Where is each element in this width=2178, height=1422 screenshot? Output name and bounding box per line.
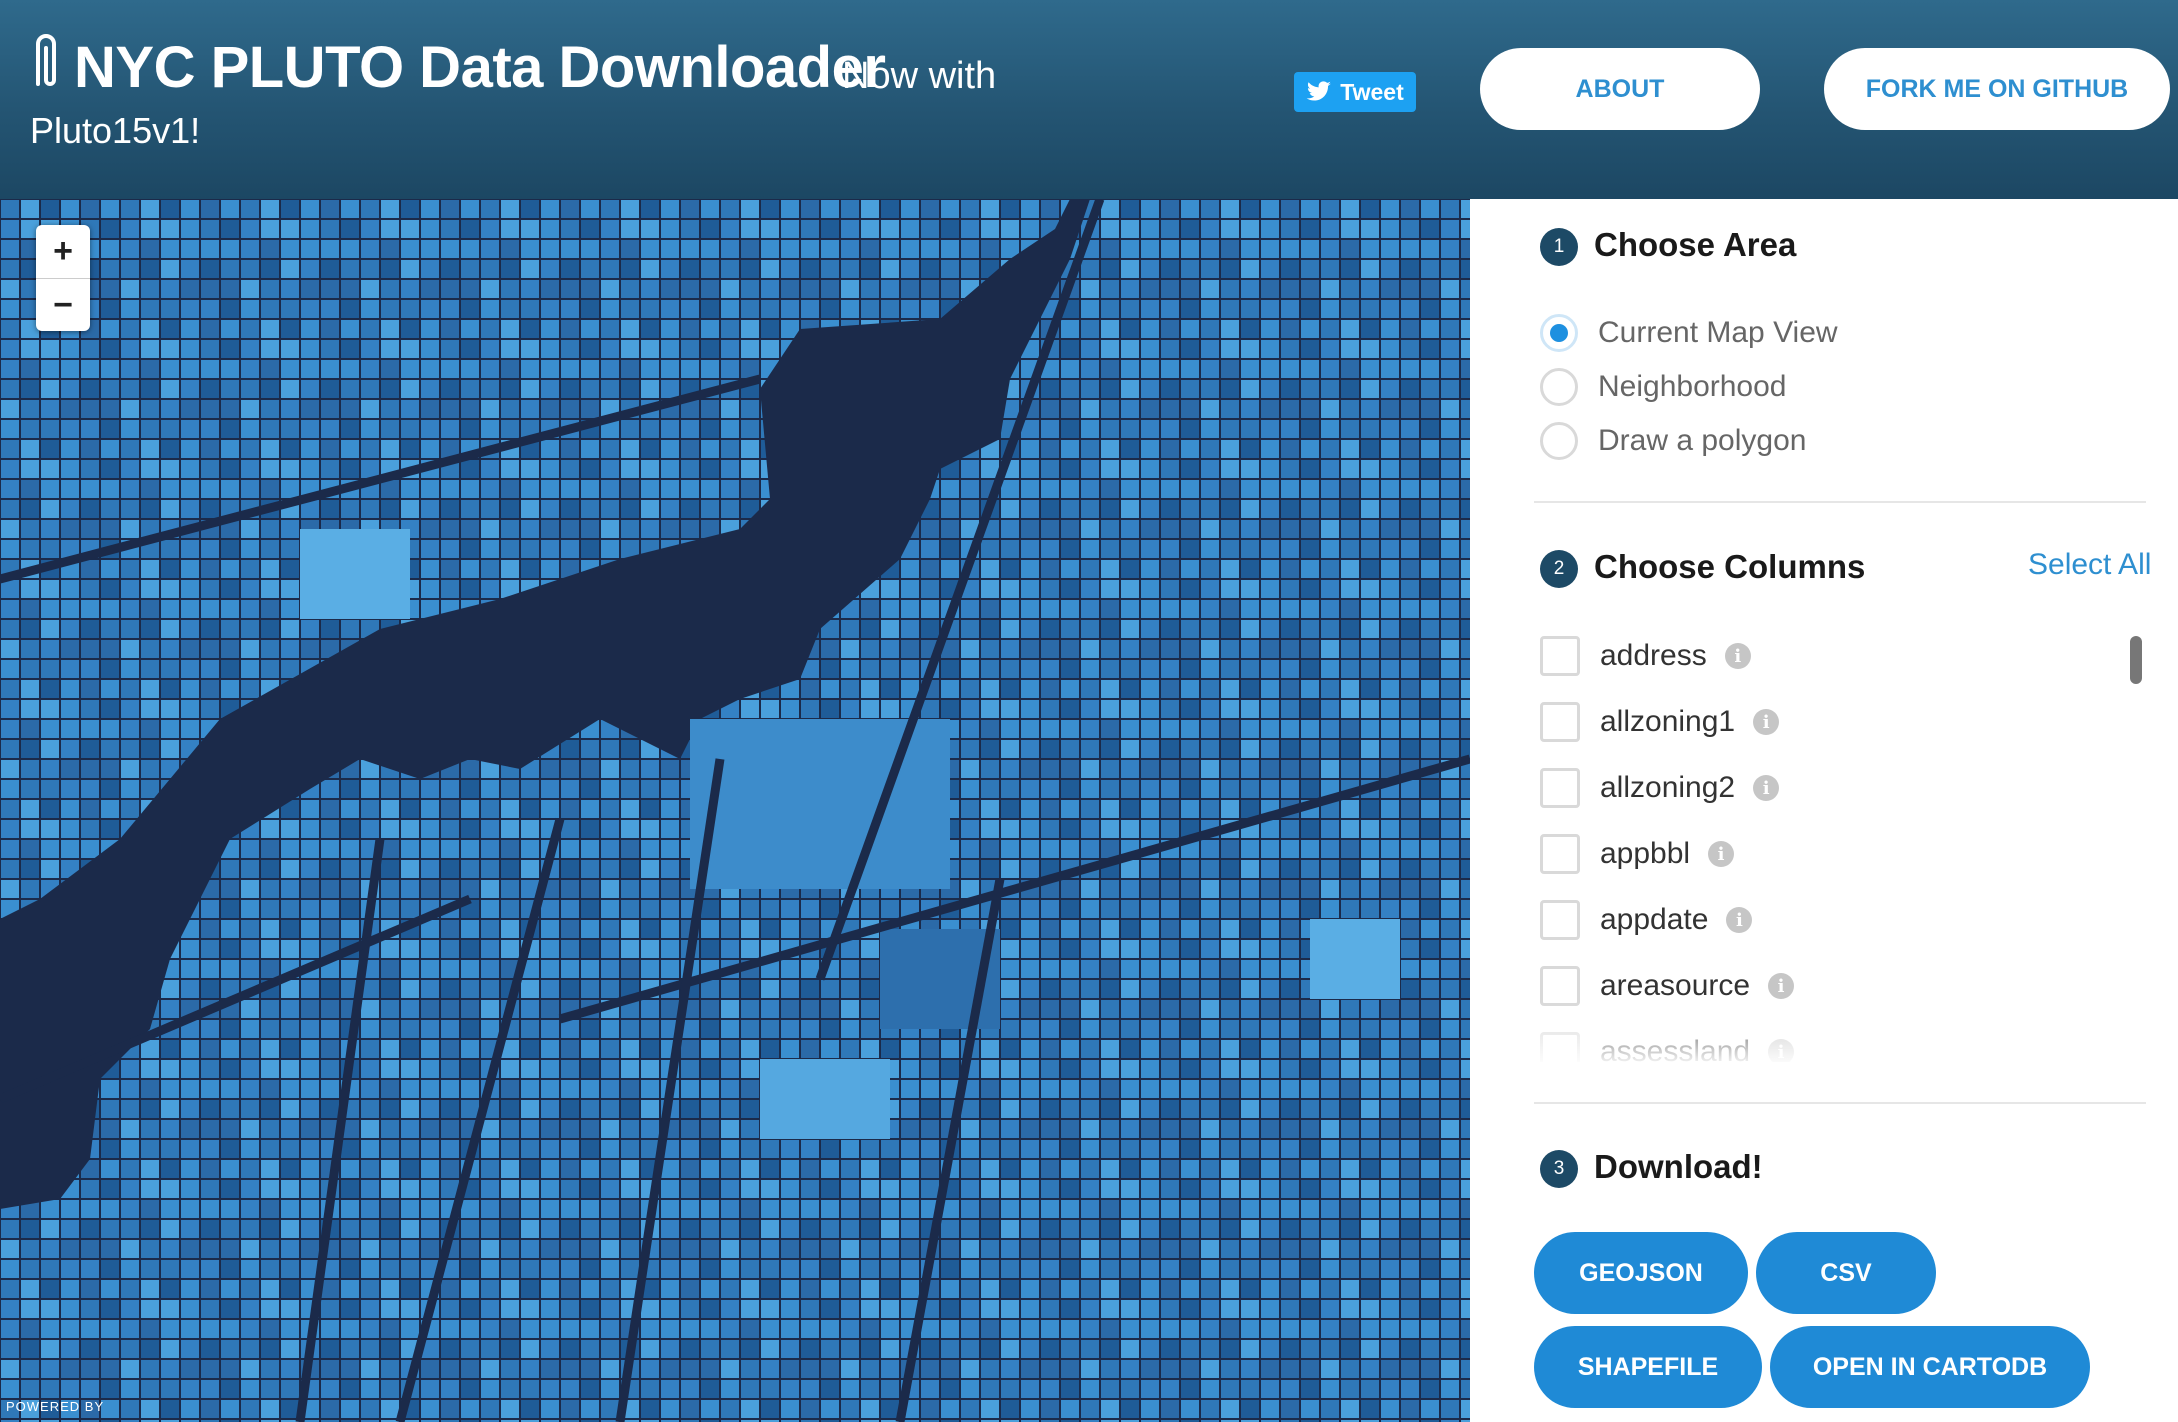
column-checkbox[interactable] (1540, 768, 1580, 808)
info-icon[interactable]: i (1768, 973, 1795, 999)
choose-columns-title: Choose Columns (1594, 548, 1866, 585)
download-title: Download! (1594, 1148, 1763, 1185)
column-item-allzoning2[interactable]: allzoning2 i (1540, 768, 1780, 808)
open-in-cartodb-button[interactable]: OPEN IN CARTODB (1770, 1326, 2090, 1408)
area-option-draw-polygon[interactable]: Draw a polygon (1540, 421, 1806, 461)
radio-label: Draw a polygon (1598, 424, 1807, 457)
columns-scrollbar[interactable] (2130, 636, 2142, 684)
section-divider (1534, 1102, 2146, 1104)
radio-label: Neighborhood (1598, 370, 1787, 403)
info-icon[interactable]: i (1708, 841, 1735, 867)
step-2-badge: 2 (1540, 550, 1578, 588)
radio-draw-polygon[interactable] (1540, 422, 1578, 460)
shapefile-button[interactable]: SHAPEFILE (1534, 1326, 1762, 1408)
list-fade-overlay (1540, 1002, 2150, 1062)
twitter-bird-icon (1306, 81, 1332, 101)
section-divider (1534, 501, 2146, 503)
column-label: areasource (1600, 969, 1751, 1002)
csv-button[interactable]: CSV (1756, 1232, 1936, 1314)
area-option-neighborhood[interactable]: Neighborhood (1540, 367, 1786, 407)
info-icon[interactable]: i (1724, 643, 1751, 669)
tweet-button[interactable]: Tweet (1294, 72, 1416, 112)
version-label: Pluto15v1! (30, 110, 201, 151)
column-item-appdate[interactable]: appdate i (1540, 900, 1753, 940)
geojson-button[interactable]: GEOJSON (1534, 1232, 1748, 1314)
column-checkbox[interactable] (1540, 966, 1580, 1006)
column-item-allzoning1[interactable]: allzoning1 i (1540, 702, 1780, 742)
column-label: appbbl (1600, 837, 1691, 870)
column-checkbox[interactable] (1540, 834, 1580, 874)
area-option-current-map-view[interactable]: Current Map View (1540, 313, 1838, 353)
column-label: allzoning1 (1600, 705, 1736, 738)
column-label: appdate (1600, 903, 1709, 936)
map-attribution[interactable]: POWERED BY (6, 1399, 104, 1414)
map-view[interactable]: + − POWERED BY (0, 199, 1470, 1422)
radio-neighborhood[interactable] (1540, 368, 1578, 406)
app-header: NYC PLUTO Data Downloader Now with Pluto… (0, 0, 2178, 199)
step-3-badge: 3 (1540, 1150, 1578, 1188)
choose-area-title: Choose Area (1594, 226, 1797, 263)
zoom-in-button[interactable]: + (36, 225, 90, 278)
zoom-control: + − (36, 225, 90, 331)
info-icon[interactable]: i (1726, 907, 1753, 933)
radio-current-map-view[interactable] (1540, 314, 1578, 352)
column-item-address[interactable]: address i (1540, 636, 1751, 676)
page-title: NYC PLUTO Data Downloader (74, 35, 886, 100)
map-tiles (0, 199, 1470, 1422)
column-checkbox[interactable] (1540, 900, 1580, 940)
fork-github-button[interactable]: FORK ME ON GITHUB (1824, 48, 2170, 130)
column-checkbox[interactable] (1540, 702, 1580, 742)
info-icon[interactable]: i (1753, 775, 1780, 801)
column-label: address (1600, 639, 1707, 672)
step-1-badge: 1 (1540, 228, 1578, 266)
radio-label: Current Map View (1598, 316, 1838, 349)
about-button[interactable]: ABOUT (1480, 48, 1760, 130)
column-item-areasource[interactable]: areasource i (1540, 966, 1795, 1006)
column-checkbox[interactable] (1540, 636, 1580, 676)
select-all-link[interactable]: Select All (2028, 548, 2151, 582)
column-label: allzoning2 (1600, 771, 1736, 804)
tweet-label: Tweet (1340, 78, 1404, 105)
page-subtitle: Now with (842, 55, 997, 97)
paperclip-icon (36, 34, 56, 86)
column-item-appbbl[interactable]: appbbl i (1540, 834, 1735, 874)
info-icon[interactable]: i (1753, 709, 1780, 735)
columns-list[interactable]: address i allzoning1 i allzoning2 i appb… (1540, 630, 2150, 1062)
zoom-out-button[interactable]: − (36, 278, 90, 331)
